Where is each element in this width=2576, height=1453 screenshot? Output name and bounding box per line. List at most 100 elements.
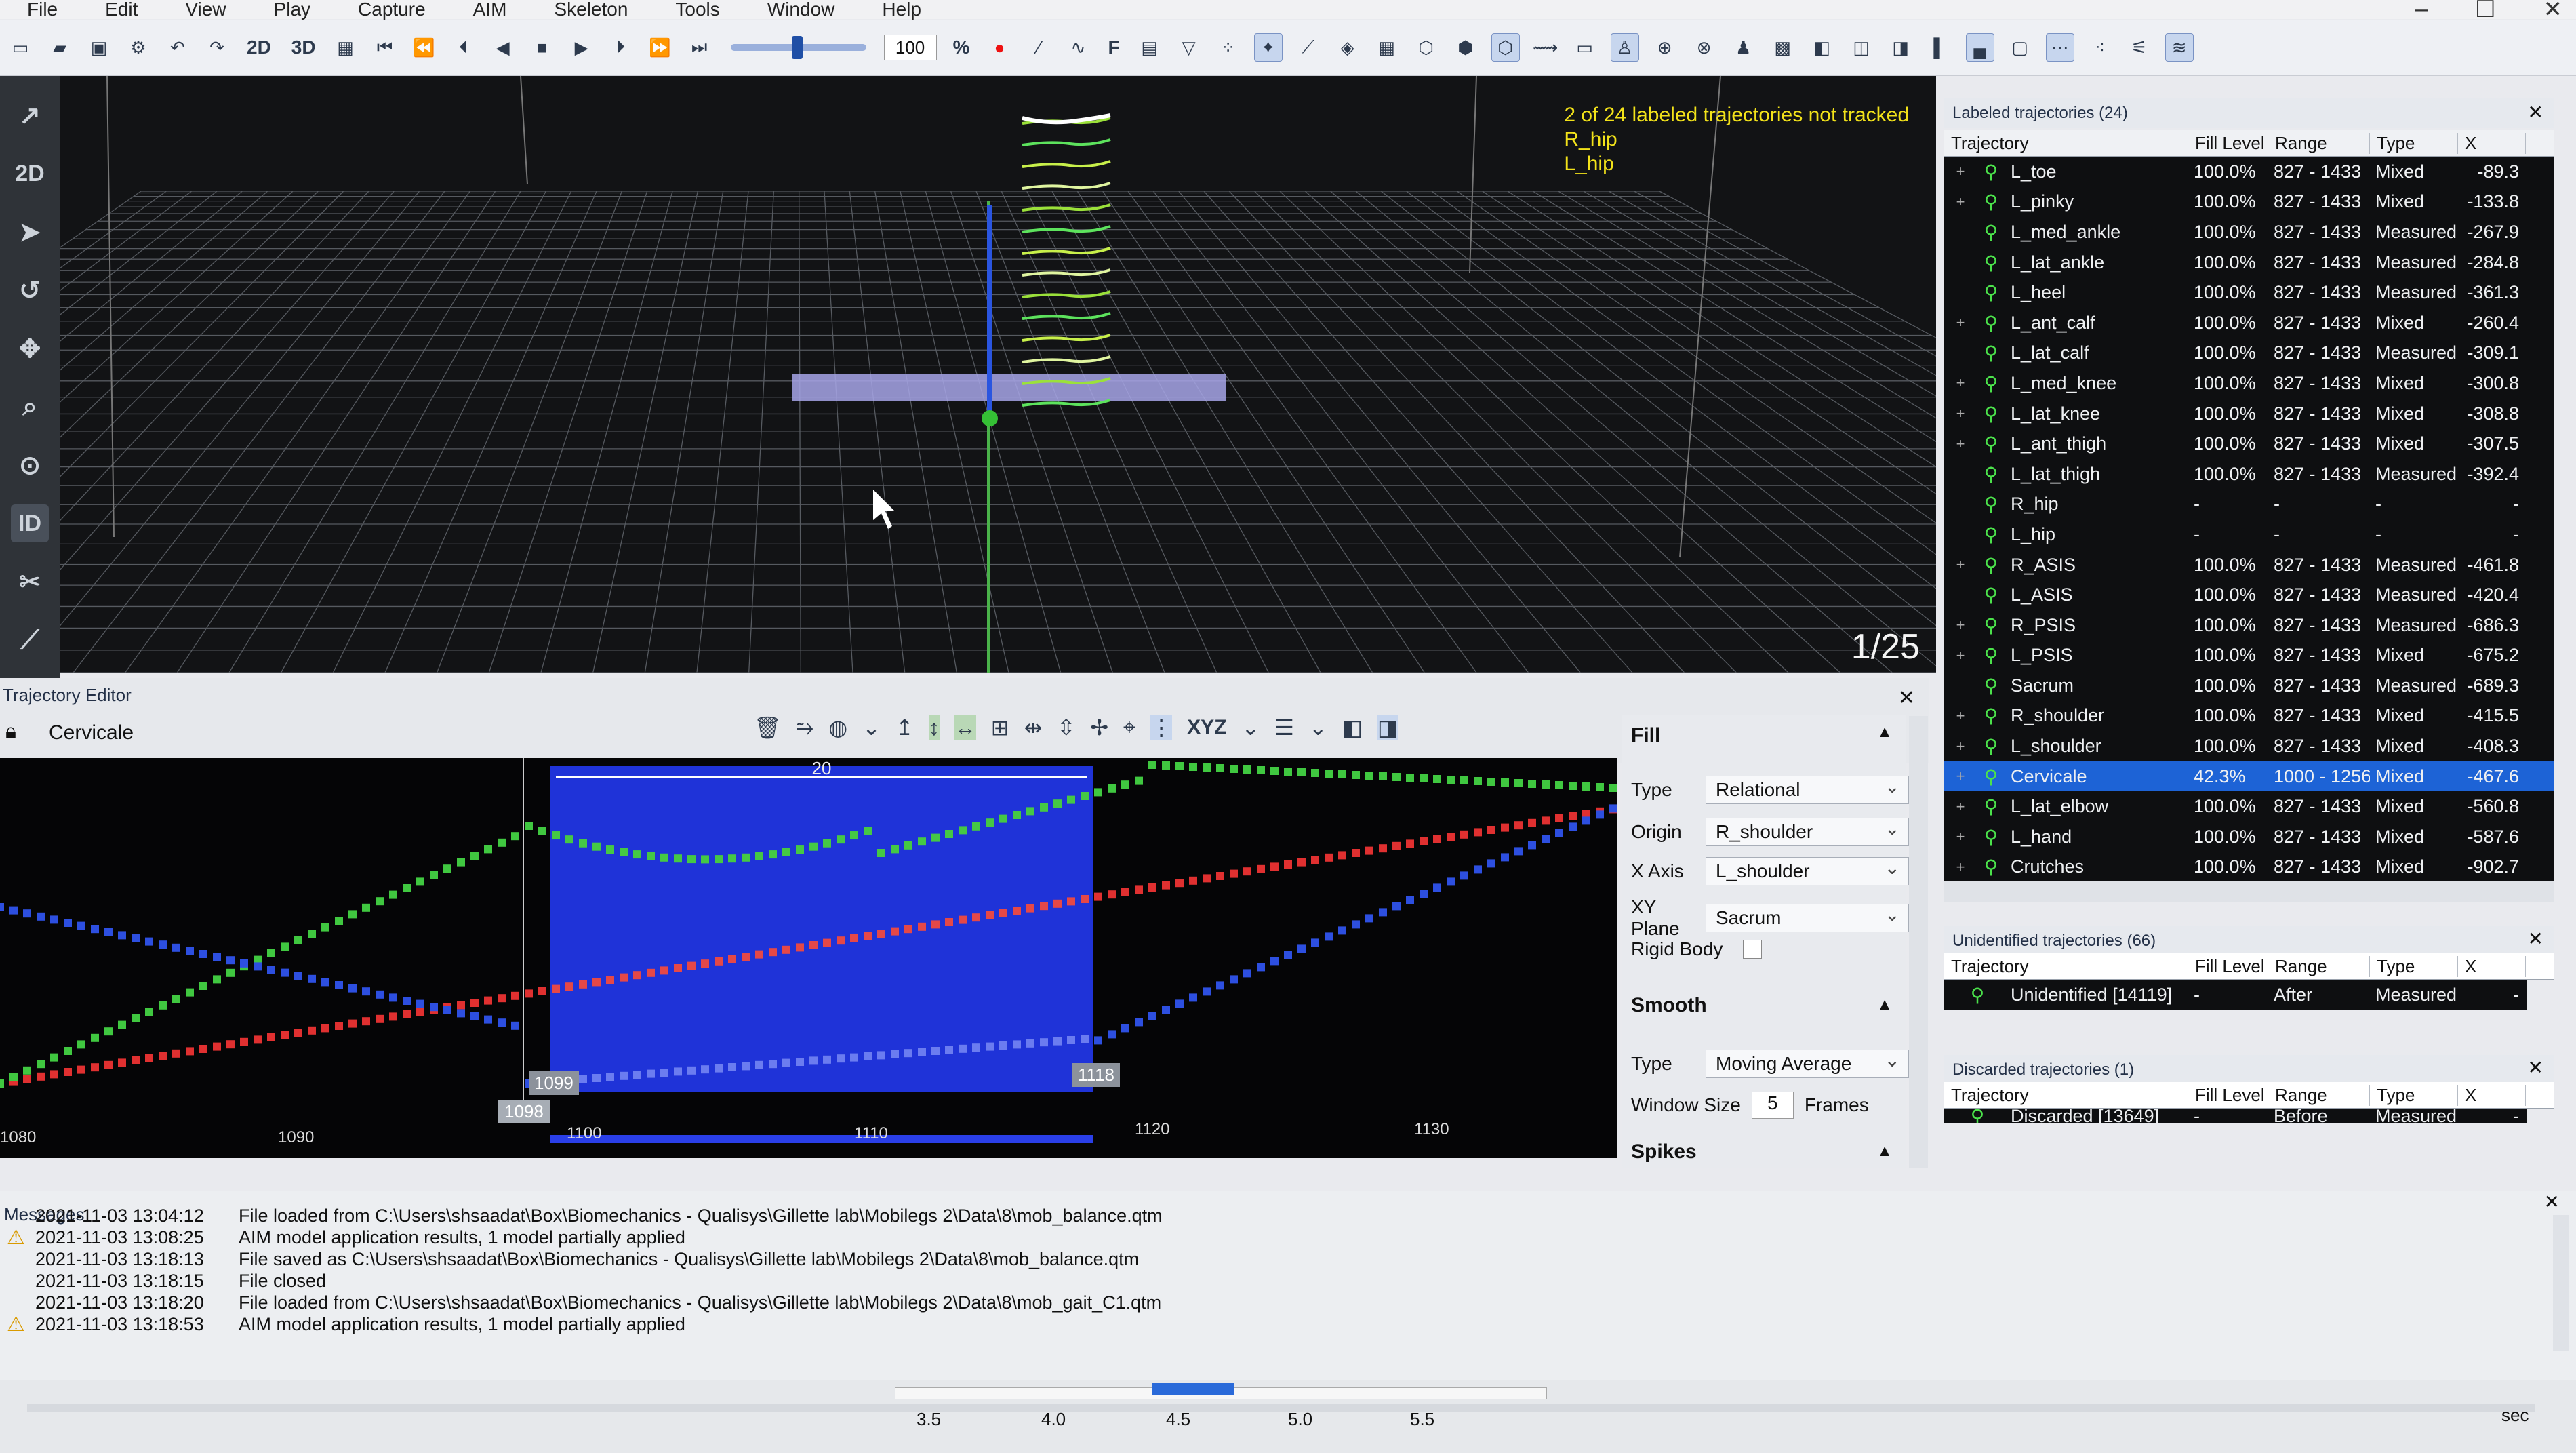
bone-icon[interactable]: ⟋ xyxy=(1295,34,1322,61)
xy-plane-select[interactable]: Sacrum xyxy=(1706,903,1909,932)
expand-icon[interactable]: + xyxy=(1944,616,1971,634)
last-frame-icon[interactable]: ⏭ xyxy=(686,34,713,61)
expand-icon[interactable]: + xyxy=(1944,163,1971,180)
mode-id-button[interactable]: ID xyxy=(11,504,49,542)
col-x[interactable]: X xyxy=(2458,1084,2526,1106)
expand-icon[interactable]: + xyxy=(1944,858,1971,876)
close-icon[interactable]: ✕ xyxy=(2528,1056,2543,1079)
menu-play[interactable]: Play xyxy=(274,0,310,20)
label-icon[interactable]: ⁖ xyxy=(2087,34,2114,61)
video-icon[interactable]: ▦ xyxy=(332,34,359,61)
undo-icon[interactable]: ↶ xyxy=(164,34,191,61)
step-forward-icon[interactable]: ⏵ xyxy=(607,34,635,61)
table-row[interactable]: ⚲ L_ASIS 100.0% 827 - 1433 Measured -420.4 xyxy=(1944,580,2554,610)
crosshair-icon[interactable]: ⊗ xyxy=(1691,34,1718,61)
pointer-icon[interactable]: ➤ xyxy=(11,213,49,251)
fill-type-select[interactable]: Relational xyxy=(1706,775,1909,804)
fill-bucket-icon[interactable]: ◍ xyxy=(828,715,847,740)
panel-right-icon[interactable]: ◨ xyxy=(1887,34,1914,61)
expand-icon[interactable]: + xyxy=(1944,738,1971,755)
collapse-icon[interactable]: ▲ xyxy=(1876,723,1893,742)
col-range[interactable]: Range xyxy=(2268,1084,2370,1106)
table-row[interactable]: ⚲ L_heel 100.0% 827 - 1433 Measured -361.3 xyxy=(1944,277,2554,308)
trajectory-graph[interactable]: 20 1099 1118 1098 1080 1090 1100 1110 11… xyxy=(0,758,1617,1158)
view-3d-button[interactable]: 3D xyxy=(287,34,320,61)
col-type[interactable]: Type xyxy=(2370,955,2458,977)
expand-icon[interactable]: + xyxy=(1944,798,1971,816)
close-icon[interactable]: ✕ xyxy=(2543,0,2563,23)
lock-icon[interactable]: 🔒︎ xyxy=(5,720,16,743)
spikes-section-title[interactable]: Spikes xyxy=(1631,1140,1697,1163)
minimize-icon[interactable]: – xyxy=(2415,0,2428,23)
center-icon[interactable]: ⊙ xyxy=(11,446,49,484)
table-row[interactable]: + ⚲ Crutches 100.0% 827 - 1433 Mixed -902.7 xyxy=(1944,852,2554,883)
filter-icon[interactable]: ▽ xyxy=(1175,34,1203,61)
chevron-down-icon[interactable]: ⌄ xyxy=(1241,715,1260,740)
table-row[interactable]: + ⚲ L_lat_knee 100.0% 827 - 1433 Mixed -308.8 xyxy=(1944,399,2554,429)
link-trajectory-icon[interactable]: ⟋ xyxy=(11,621,49,659)
table-row[interactable]: ⚲ L_hip - - - - xyxy=(1944,519,2554,550)
expand-icon[interactable]: + xyxy=(1944,405,1971,422)
table-row[interactable]: ⚲ L_lat_ankle 100.0% 827 - 1433 Measured -284… xyxy=(1944,247,2554,278)
table-row[interactable]: + ⚲ R_shoulder 100.0% 827 - 1433 Mixed -415.5 xyxy=(1944,701,2554,732)
panel-left-icon[interactable]: ◧ xyxy=(1809,34,1836,61)
expand-icon[interactable]: + xyxy=(1944,435,1971,453)
mode-2d-button[interactable]: 2D xyxy=(11,155,49,193)
collapse-icon[interactable]: ▲ xyxy=(1876,995,1893,1014)
speed-input[interactable]: 100 xyxy=(883,35,937,60)
col-trajectory[interactable]: Trajectory xyxy=(1944,1084,2188,1106)
cut-icon[interactable]: ✂ xyxy=(11,563,49,601)
open-folder-icon[interactable]: ▰ xyxy=(46,34,73,61)
first-frame-icon[interactable]: ⏮ xyxy=(371,34,399,61)
menu-edit[interactable]: Edit xyxy=(105,0,138,20)
fast-forward-icon[interactable]: ⏩ xyxy=(647,34,674,61)
table-row[interactable]: + ⚲ L_lat_elbow 100.0% 827 - 1433 Mixed -560.8 xyxy=(1944,791,2554,822)
expand-icon[interactable]: + xyxy=(1944,314,1971,332)
messages-scrollbar[interactable] xyxy=(2553,1215,2569,1351)
table-row[interactable]: ⚲ L_lat_thigh 100.0% 827 - 1433 Measured -392… xyxy=(1944,459,2554,490)
cube2-icon[interactable]: ⬢ xyxy=(1452,34,1479,61)
panel-left-icon[interactable]: ◧ xyxy=(1342,715,1363,740)
delete-icon[interactable]: 🗑︎ xyxy=(754,715,782,740)
auto-scale-x-icon[interactable]: ↔ xyxy=(954,715,976,740)
zoom-all-icon[interactable]: ⊞ xyxy=(991,715,1009,740)
select-marker-icon[interactable]: ✦ xyxy=(1253,33,1283,62)
table-row[interactable]: + ⚲ L_shoulder 100.0% 827 - 1433 Mixed -408.3 xyxy=(1944,731,2554,761)
timeline[interactable]: 3.5 4.0 4.5 5.0 5.5 sec xyxy=(0,1380,2576,1453)
chevron-down-icon[interactable]: ⌄ xyxy=(1309,715,1327,740)
menu-help[interactable]: Help xyxy=(882,0,921,20)
rewind-icon[interactable]: ⏪ xyxy=(411,34,438,61)
3d-view[interactable]: 2 of 24 labeled trajectories not tracked… xyxy=(60,76,1936,673)
plot-icon[interactable]: ≋ xyxy=(2165,33,2194,62)
timeline-track[interactable] xyxy=(27,1404,2535,1412)
settings-icon[interactable]: ⚙ xyxy=(125,34,152,61)
smooth-section-title[interactable]: Smooth xyxy=(1631,994,1707,1017)
col-x[interactable]: X xyxy=(2458,955,2526,977)
panel-right-icon[interactable]: ◨ xyxy=(1377,715,1398,740)
table-row[interactable]: + ⚲ L_hand 100.0% 827 - 1433 Mixed -587.6 xyxy=(1944,822,2554,852)
table-row[interactable]: ⚲ R_hip - - - - xyxy=(1944,490,2554,520)
rotate-icon[interactable]: ↺ xyxy=(11,271,49,309)
person-icon[interactable]: ♟ xyxy=(1730,34,1757,61)
close-icon[interactable]: ✕ xyxy=(2528,928,2543,950)
table-row[interactable]: ⚲ L_lat_calf 100.0% 827 - 1433 Measured -309.… xyxy=(1944,338,2554,369)
menu-view[interactable]: View xyxy=(185,0,226,20)
rigid-body-checkbox[interactable] xyxy=(1743,940,1763,959)
col-type[interactable]: Type xyxy=(2370,1084,2458,1106)
axis-icon[interactable]: ↗ xyxy=(11,96,49,134)
gap-fill-icon[interactable]: ⋯ xyxy=(2045,33,2074,62)
translate-icon[interactable]: ✥ xyxy=(11,330,49,367)
expand-icon[interactable]: + xyxy=(1944,707,1971,725)
chevron-down-icon[interactable]: ⌄ xyxy=(862,715,881,740)
col-fill-level[interactable]: Fill Level xyxy=(2188,955,2268,977)
grid-icon[interactable]: ▤ xyxy=(1136,34,1163,61)
record-icon[interactable]: ● xyxy=(986,34,1013,61)
panel-mid-icon[interactable]: ◫ xyxy=(1848,34,1875,61)
fill-section-title[interactable]: Fill xyxy=(1631,724,1660,747)
table-icon[interactable]: ▦ xyxy=(1373,34,1401,61)
menu-tools[interactable]: Tools xyxy=(675,0,719,20)
col-trajectory[interactable]: Trajectory xyxy=(1944,132,2188,154)
collapse-icon[interactable]: ▲ xyxy=(1876,1142,1893,1161)
table-row[interactable]: + ⚲ L_ant_thigh 100.0% 827 - 1433 Mixed -307.5 xyxy=(1944,429,2554,459)
expand-icon[interactable]: + xyxy=(1944,647,1971,664)
